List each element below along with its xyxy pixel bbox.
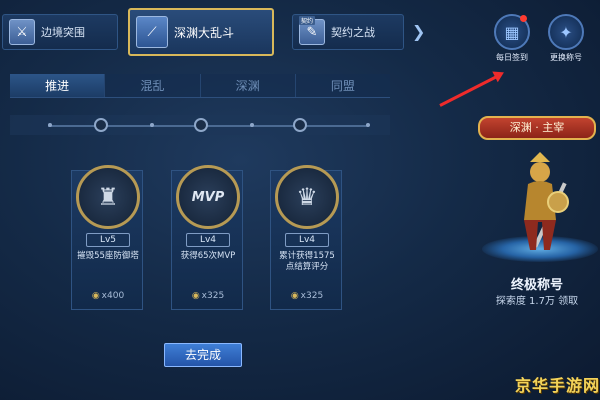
reward: ◉ x400: [72, 291, 144, 301]
sword-icon: ⚔: [9, 19, 35, 45]
tower-icon: ♜: [76, 165, 140, 229]
staff-icon: ⟋: [136, 16, 168, 48]
contract-icon: 契约 ✎: [299, 16, 325, 45]
sub-tab-alliance[interactable]: 同盟: [296, 74, 390, 97]
change-title-label: 更换称号: [550, 53, 582, 62]
annotation-arrow: [439, 73, 502, 107]
reward-amount: x325: [201, 291, 225, 301]
reward: ◉ x325: [172, 291, 244, 301]
achievement-desc: 累计获得1575点结算评分: [279, 251, 335, 272]
calendar-icon: ▦: [494, 14, 530, 50]
track-dot: [250, 123, 254, 127]
track-dot: [366, 123, 370, 127]
notification-dot: [520, 15, 527, 22]
reward-amount: x325: [300, 291, 324, 301]
tab-contract-battle[interactable]: 契约 ✎ 契约之战: [292, 14, 404, 50]
achievement-card-score[interactable]: ♛ Lv4 累计获得1575点结算评分 ◉ x325: [270, 165, 343, 310]
track-node: [194, 118, 208, 132]
progress-track: [10, 115, 390, 135]
daily-checkin-label: 每日签到: [496, 53, 528, 62]
coin-icon: ◉: [290, 291, 299, 301]
daily-checkin-button[interactable]: ▦ 每日签到: [487, 14, 537, 63]
level-label: Lv4: [186, 233, 230, 247]
mvp-icon: MVP: [176, 165, 240, 229]
tab-label: 契约之战: [331, 26, 375, 39]
chevron-right-icon[interactable]: ❯: [412, 22, 425, 41]
track-dot: [48, 123, 52, 127]
tab-label: 边境突围: [41, 26, 85, 39]
track-node: [293, 118, 307, 132]
achievement-desc: 摧毁55座防御塔: [77, 251, 139, 261]
hero-figure: [524, 152, 569, 250]
achievement-card-mvp[interactable]: MVP Lv4 获得65次MVP ◉ x325: [171, 165, 244, 310]
go-complete-button[interactable]: 去完成: [164, 343, 242, 367]
reward: ◉ x325: [271, 291, 343, 301]
reward-amount: x400: [101, 291, 125, 301]
change-title-button[interactable]: ✦ 更换称号: [541, 14, 591, 63]
sub-tab-bar: 推进 混乱 深渊 同盟: [10, 74, 390, 98]
level-label: Lv5: [86, 233, 130, 247]
mvp-badge-text: MVP: [191, 189, 225, 205]
tab-abyss-melee[interactable]: ⟋ 深渊大乱斗: [128, 8, 274, 56]
achievement-card-towers[interactable]: ♜ Lv5 摧毁55座防御塔 ◉ x400: [71, 165, 144, 310]
title-banner: 深渊 · 主宰: [478, 116, 596, 140]
sub-tab-chaos[interactable]: 混乱: [105, 74, 201, 97]
tab-label: 深渊大乱斗: [174, 25, 235, 40]
contract-badge: 契约: [299, 16, 316, 25]
sub-tab-abyss[interactable]: 深渊: [201, 74, 296, 97]
emblem-icon: ✦: [548, 14, 584, 50]
track-dot: [150, 123, 154, 127]
tab-border-breakout[interactable]: ⚔ 边境突围: [2, 14, 118, 50]
coin-icon: ◉: [191, 291, 200, 301]
watermark: 京华手游网: [514, 376, 600, 395]
ultimate-title: 终极称号: [510, 278, 563, 293]
coin-icon: ◉: [91, 291, 100, 301]
track-node: [94, 118, 108, 132]
exploration-claim[interactable]: 探索度 1.7万 领取: [478, 292, 596, 307]
level-label: Lv4: [285, 233, 329, 247]
achievement-desc: 获得65次MVP: [180, 251, 236, 261]
sub-tab-advance[interactable]: 推进: [10, 74, 106, 97]
wings-icon: ♛: [275, 165, 339, 229]
